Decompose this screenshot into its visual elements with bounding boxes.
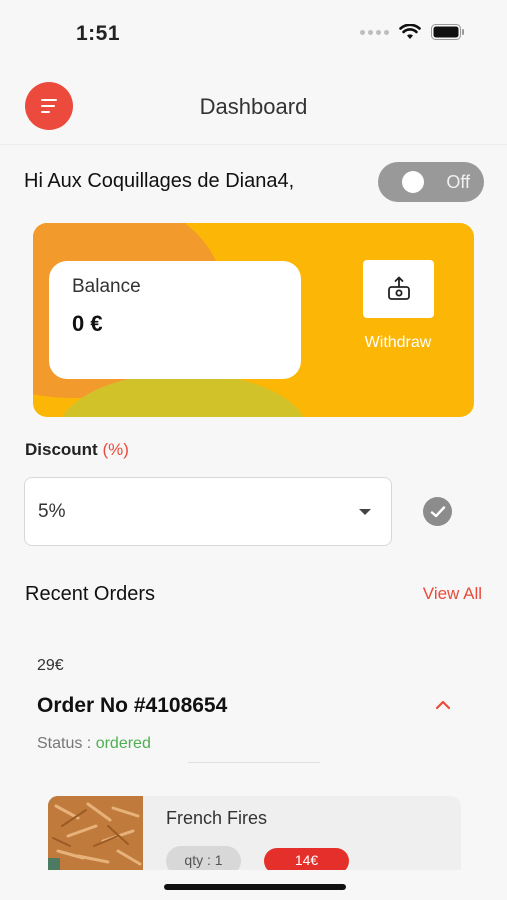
- caret-down-icon: [359, 509, 371, 515]
- discount-label: Discount (%): [25, 440, 129, 460]
- recent-orders-title: Recent Orders: [25, 583, 156, 605]
- toggle-knob: [402, 171, 424, 193]
- order-status-value: ordered: [95, 735, 151, 752]
- status-icons: [360, 24, 465, 40]
- status-time: 1:51: [76, 22, 121, 45]
- greeting-row: Hi Aux Coquillages de Diana4, Off: [24, 160, 484, 204]
- balance-box: Balance 0 €: [49, 261, 301, 379]
- item-image: [48, 796, 143, 870]
- item-price: 14€: [294, 852, 319, 868]
- balance-value: 0 €: [72, 311, 103, 336]
- item-name: French Fires: [166, 808, 268, 828]
- check-icon: [430, 505, 445, 517]
- signal-icon: [360, 29, 389, 35]
- confirm-discount-button[interactable]: [423, 497, 452, 526]
- order-divider: [188, 762, 320, 763]
- order-number: Order No #4108654: [37, 694, 228, 717]
- home-indicator: [164, 884, 346, 890]
- order-item-card[interactable]: French Fires qty : 1 14€: [48, 796, 461, 870]
- balance-card: Balance 0 € Withdraw: [33, 223, 474, 417]
- withdraw-label[interactable]: Withdraw: [343, 334, 453, 352]
- discount-selected-value: 5%: [38, 501, 66, 522]
- toggle-label: Off: [446, 172, 470, 192]
- withdraw-icon: [387, 276, 410, 300]
- order-status: Status : ordered: [37, 735, 151, 753]
- availability-toggle[interactable]: Off: [378, 162, 484, 202]
- item-qty: qty : 1: [184, 852, 223, 868]
- discount-select[interactable]: 5%: [24, 477, 392, 546]
- wifi-icon: [399, 24, 421, 39]
- balance-label: Balance: [72, 276, 141, 297]
- view-all-link[interactable]: View All: [423, 584, 482, 604]
- battery-icon: [431, 24, 464, 40]
- page-title: Dashboard: [199, 94, 308, 119]
- order-price: 29€: [37, 657, 64, 674]
- discount-label-text: Discount: [25, 440, 98, 459]
- order-status-label: Status :: [37, 735, 92, 752]
- greeting-text: Hi Aux Coquillages de Diana4,: [24, 170, 295, 192]
- withdraw-button[interactable]: [363, 260, 434, 318]
- item-price-badge: 14€: [264, 848, 349, 870]
- item-qty-badge: qty : 1: [166, 846, 241, 870]
- header-divider: [0, 144, 507, 145]
- app-header: Dashboard: [0, 80, 507, 134]
- status-bar: 1:51: [0, 0, 507, 62]
- discount-unit: (%): [102, 440, 129, 459]
- chevron-up-icon[interactable]: [432, 694, 454, 716]
